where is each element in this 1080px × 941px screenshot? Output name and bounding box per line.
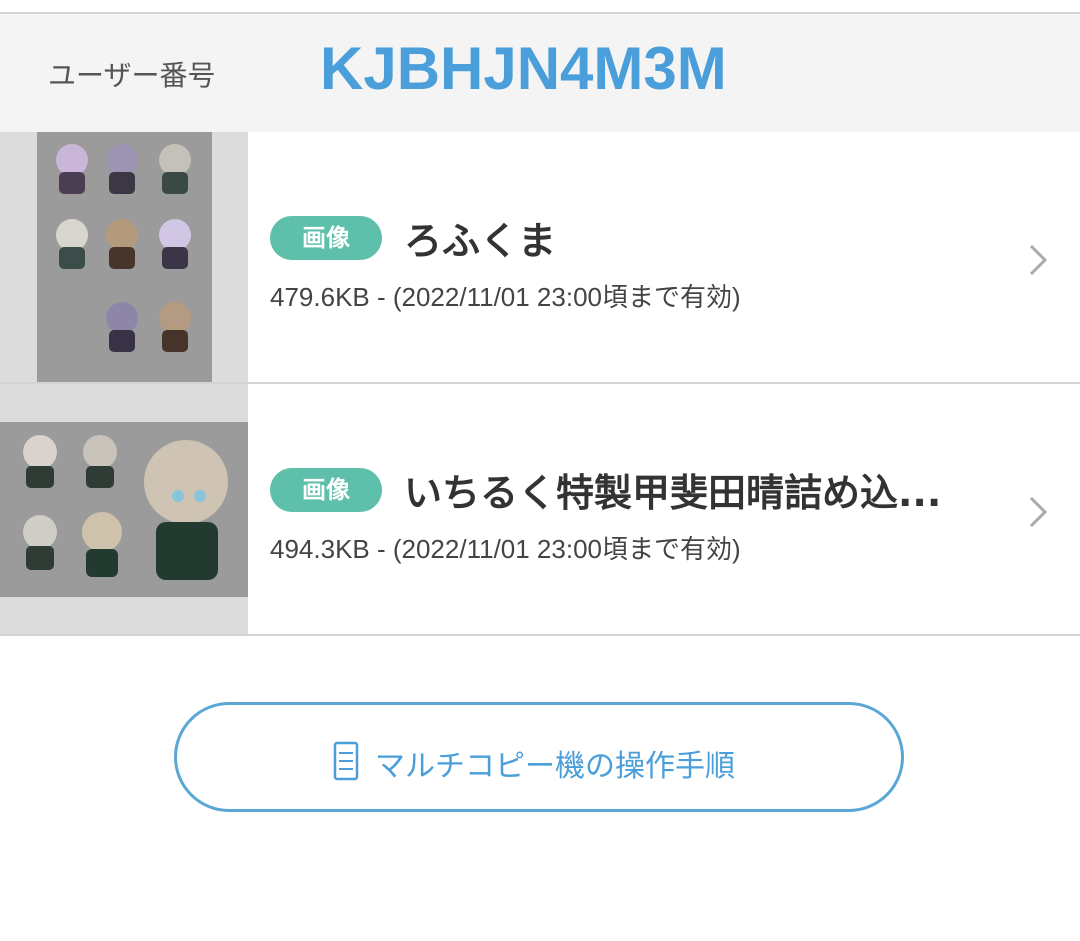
user-number-label: ユーザー番号 [48, 59, 216, 92]
file-list-item[interactable]: 画像 いちるく特製甲斐田晴詰め込... 494.3KB - (2022/11/0… [0, 384, 1080, 636]
chevron-right-icon [1029, 496, 1048, 528]
file-thumbnail [0, 422, 248, 597]
file-meta: 479.6KB - (2022/11/01 23:00頃まで有効) [270, 282, 741, 312]
file-title: いちるく特製甲斐田晴詰め込... [404, 471, 942, 515]
thumbnail-frame [0, 384, 248, 634]
user-number-code: KJBHJN4M3M [320, 35, 727, 102]
chevron-right-icon [1029, 244, 1048, 276]
character-stickers-image [23, 435, 228, 580]
file-title: ろふくま [404, 219, 557, 263]
file-type-badge: 画像 [270, 216, 382, 260]
copier-instructions-label: マルチコピー機の操作手順 [375, 749, 735, 784]
file-list-item[interactable]: 画像 ろふくま 479.6KB - (2022/11/01 23:00頃まで有効… [0, 132, 1080, 384]
file-meta: 494.3KB - (2022/11/01 23:00頃まで有効) [270, 534, 741, 564]
bear-stickers-image [56, 144, 191, 352]
file-thumbnail [37, 132, 212, 382]
copier-instructions-button[interactable]: マルチコピー機の操作手順 [174, 702, 904, 812]
copier-icon [333, 741, 359, 781]
thumbnail-frame [0, 132, 248, 382]
file-type-badge: 画像 [270, 468, 382, 512]
user-number-bar: ユーザー番号 KJBHJN4M3M [0, 12, 1080, 134]
